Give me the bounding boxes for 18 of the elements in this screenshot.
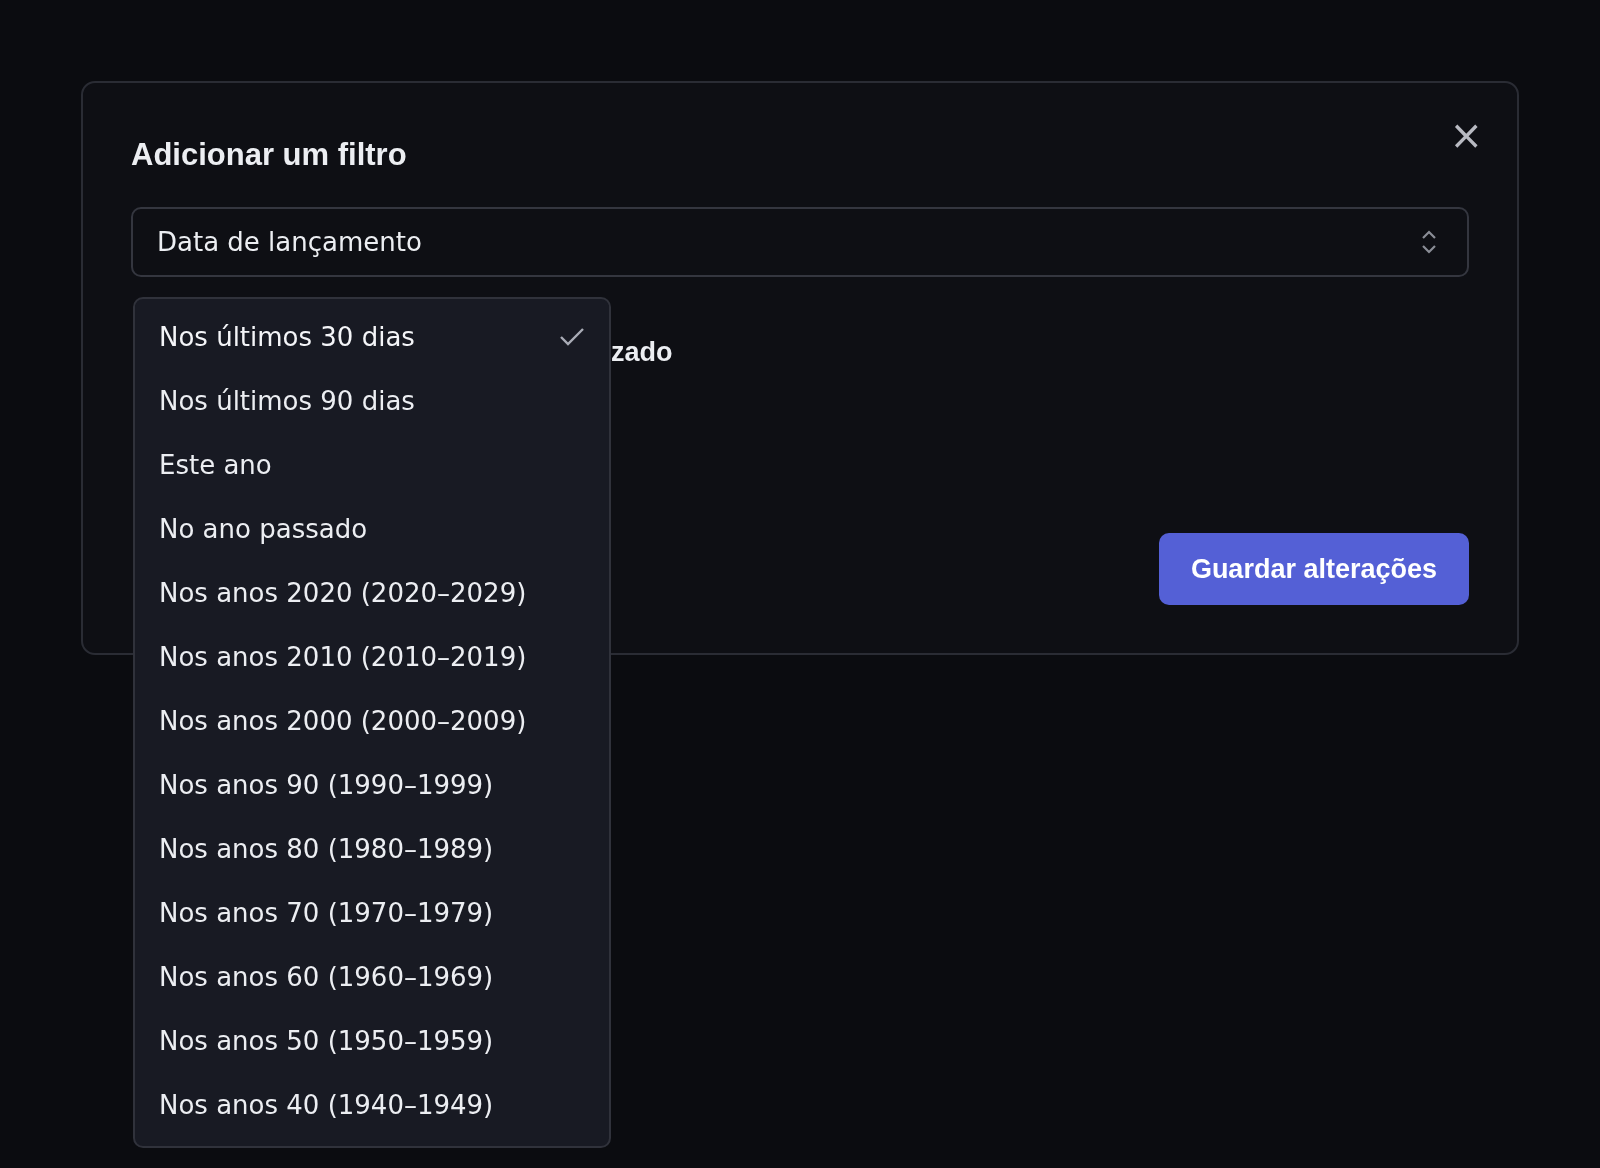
dropdown-option[interactable]: Nos anos 60 (1960–1969) [135,945,609,1009]
dropdown-option[interactable]: Nos últimos 90 dias [135,369,609,433]
dropdown-option[interactable]: Nos anos 40 (1940–1949) [135,1073,609,1137]
dropdown-option[interactable]: Nos anos 2020 (2020–2029) [135,561,609,625]
dropdown-option[interactable]: Nos anos 80 (1980–1989) [135,817,609,881]
option-label: zado [611,337,673,367]
check-icon [559,327,585,347]
dropdown-option[interactable]: Nos anos 50 (1950–1959) [135,1009,609,1073]
dropdown-option[interactable]: Este ano [135,433,609,497]
filter-select[interactable]: Data de lançamento [131,207,1469,277]
dropdown-option[interactable]: Nos anos 2000 (2000–2009) [135,689,609,753]
dropdown-option[interactable]: Nos anos 70 (1970–1979) [135,881,609,945]
dropdown-option[interactable]: No ano passado [135,497,609,561]
dropdown-option[interactable]: Nos anos 90 (1990–1999) [135,753,609,817]
save-button[interactable]: Guardar alterações [1158,533,1469,605]
dialog-title: Adicionar um filtro [131,137,407,173]
close-button[interactable]: × [1449,117,1483,153]
dropdown-option[interactable]: Nos anos 2010 (2010–2019) [135,625,609,689]
